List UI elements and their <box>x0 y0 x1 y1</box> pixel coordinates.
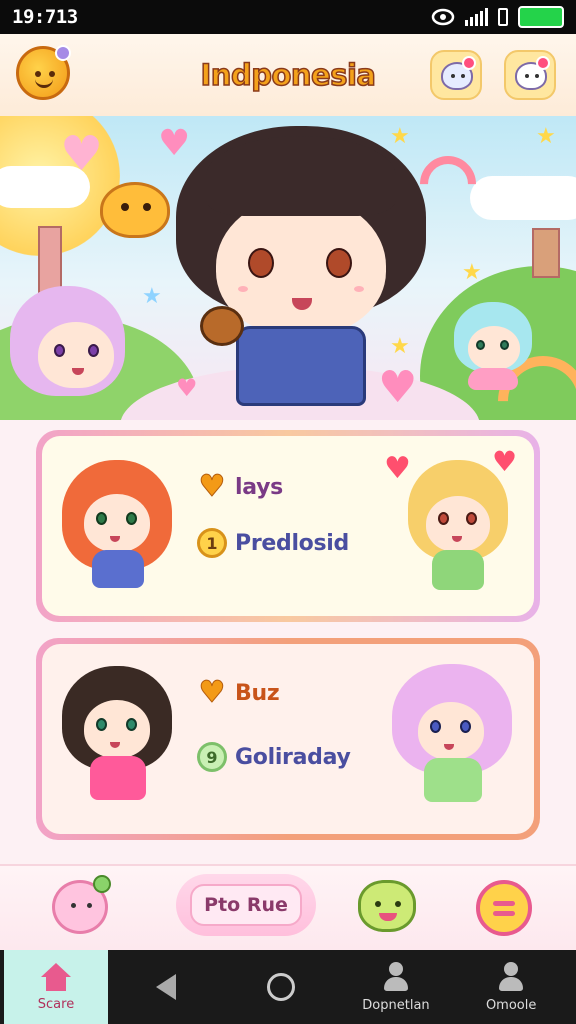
card-body: ♥ lays 1 Predlosid ♥ ♥ <box>42 436 534 616</box>
hero-banner: ♥ ♥ ♥ ♥ ★ ★ ★ ★ ★ <box>0 116 576 420</box>
menu-icon <box>493 900 515 906</box>
back-icon <box>155 974 176 1000</box>
status-bar: 19:713 <box>0 0 576 34</box>
nav-dopnetlan[interactable]: Dopnetlan <box>338 950 453 1024</box>
eye-icon <box>431 8 455 26</box>
app-header: Indponesia <box>0 34 576 116</box>
signal-icon <box>465 8 488 26</box>
nav-omoole[interactable]: Omoole <box>454 950 569 1024</box>
pet-button[interactable] <box>52 875 111 934</box>
profile-icon <box>381 961 411 992</box>
coin-icon: 9 <box>197 742 227 772</box>
notification-button[interactable] <box>430 50 482 100</box>
page-title: Indponesia <box>200 57 377 93</box>
character-avatar <box>62 660 174 810</box>
character-avatar <box>62 454 174 594</box>
nav-back[interactable] <box>108 950 223 1024</box>
card-stat-row: ♥ lays <box>197 469 283 504</box>
pet-profile-button[interactable] <box>504 50 556 100</box>
nav-home-circle[interactable] <box>223 950 338 1024</box>
nav-label: Omoole <box>485 997 537 1013</box>
card-stat-row: 9 Goliraday <box>197 742 351 772</box>
action-bar: Pto Rue <box>0 864 576 950</box>
side-character-image <box>10 286 130 416</box>
notification-badge <box>462 56 476 70</box>
card-stat-row: 1 Predlosid <box>197 528 349 558</box>
star-decoration: ★ <box>462 260 482 285</box>
heart-icon: ♥ <box>198 469 226 504</box>
battery-icon <box>518 6 564 28</box>
heart-icon: ♥ <box>198 675 226 710</box>
heart-decoration: ♥ <box>384 451 411 486</box>
nav-label: Dopnetlan <box>362 997 430 1013</box>
cloud-decoration <box>470 176 576 220</box>
menu-button[interactable] <box>476 880 532 936</box>
heart-decoration: ♥ <box>492 445 518 478</box>
primary-action-label: Pto Rue <box>190 884 302 926</box>
coin-icon: 1 <box>197 528 227 558</box>
character-avatar <box>388 658 518 818</box>
nav-home[interactable]: Scare <box>4 950 108 1024</box>
stat-label: Buz <box>235 680 280 706</box>
card-stat-row: ♥ Buz <box>197 675 280 710</box>
stat-label: lays <box>235 474 283 500</box>
stat-label: Predlosid <box>235 530 349 556</box>
status-icons <box>431 6 564 28</box>
profile-icon <box>496 961 526 992</box>
character-card[interactable]: ♥ lays 1 Predlosid ♥ ♥ <box>36 430 540 622</box>
profile-badge <box>536 56 550 70</box>
main-character-image <box>176 126 426 416</box>
frog-button[interactable] <box>358 880 416 932</box>
status-time: 19:713 <box>12 6 78 28</box>
home-circle-icon <box>266 973 295 1001</box>
logo-mascot-icon[interactable] <box>16 45 71 100</box>
nav-label: Scare <box>37 996 75 1012</box>
star-decoration: ★ <box>142 284 162 309</box>
primary-action-button[interactable]: Pto Rue <box>176 874 316 936</box>
sim-icon <box>498 8 508 26</box>
heart-decoration: ♥ <box>60 126 104 182</box>
leaf-icon <box>93 875 111 893</box>
star-decoration: ★ <box>536 124 556 149</box>
app-screen: { "status_bar": { "time": "19:713" }, "h… <box>0 0 576 1024</box>
home-icon <box>39 962 73 991</box>
castle-tower-decoration <box>532 228 560 278</box>
side-character-image <box>454 302 534 392</box>
card-body: ♥ Buz 9 Goliraday <box>42 644 534 834</box>
character-card[interactable]: ♥ Buz 9 Goliraday <box>36 638 540 840</box>
pet-character-image <box>100 182 170 238</box>
bottom-navigation: Scare Dopnetlan Omoole <box>0 950 576 1024</box>
stat-label: Goliraday <box>235 744 351 770</box>
